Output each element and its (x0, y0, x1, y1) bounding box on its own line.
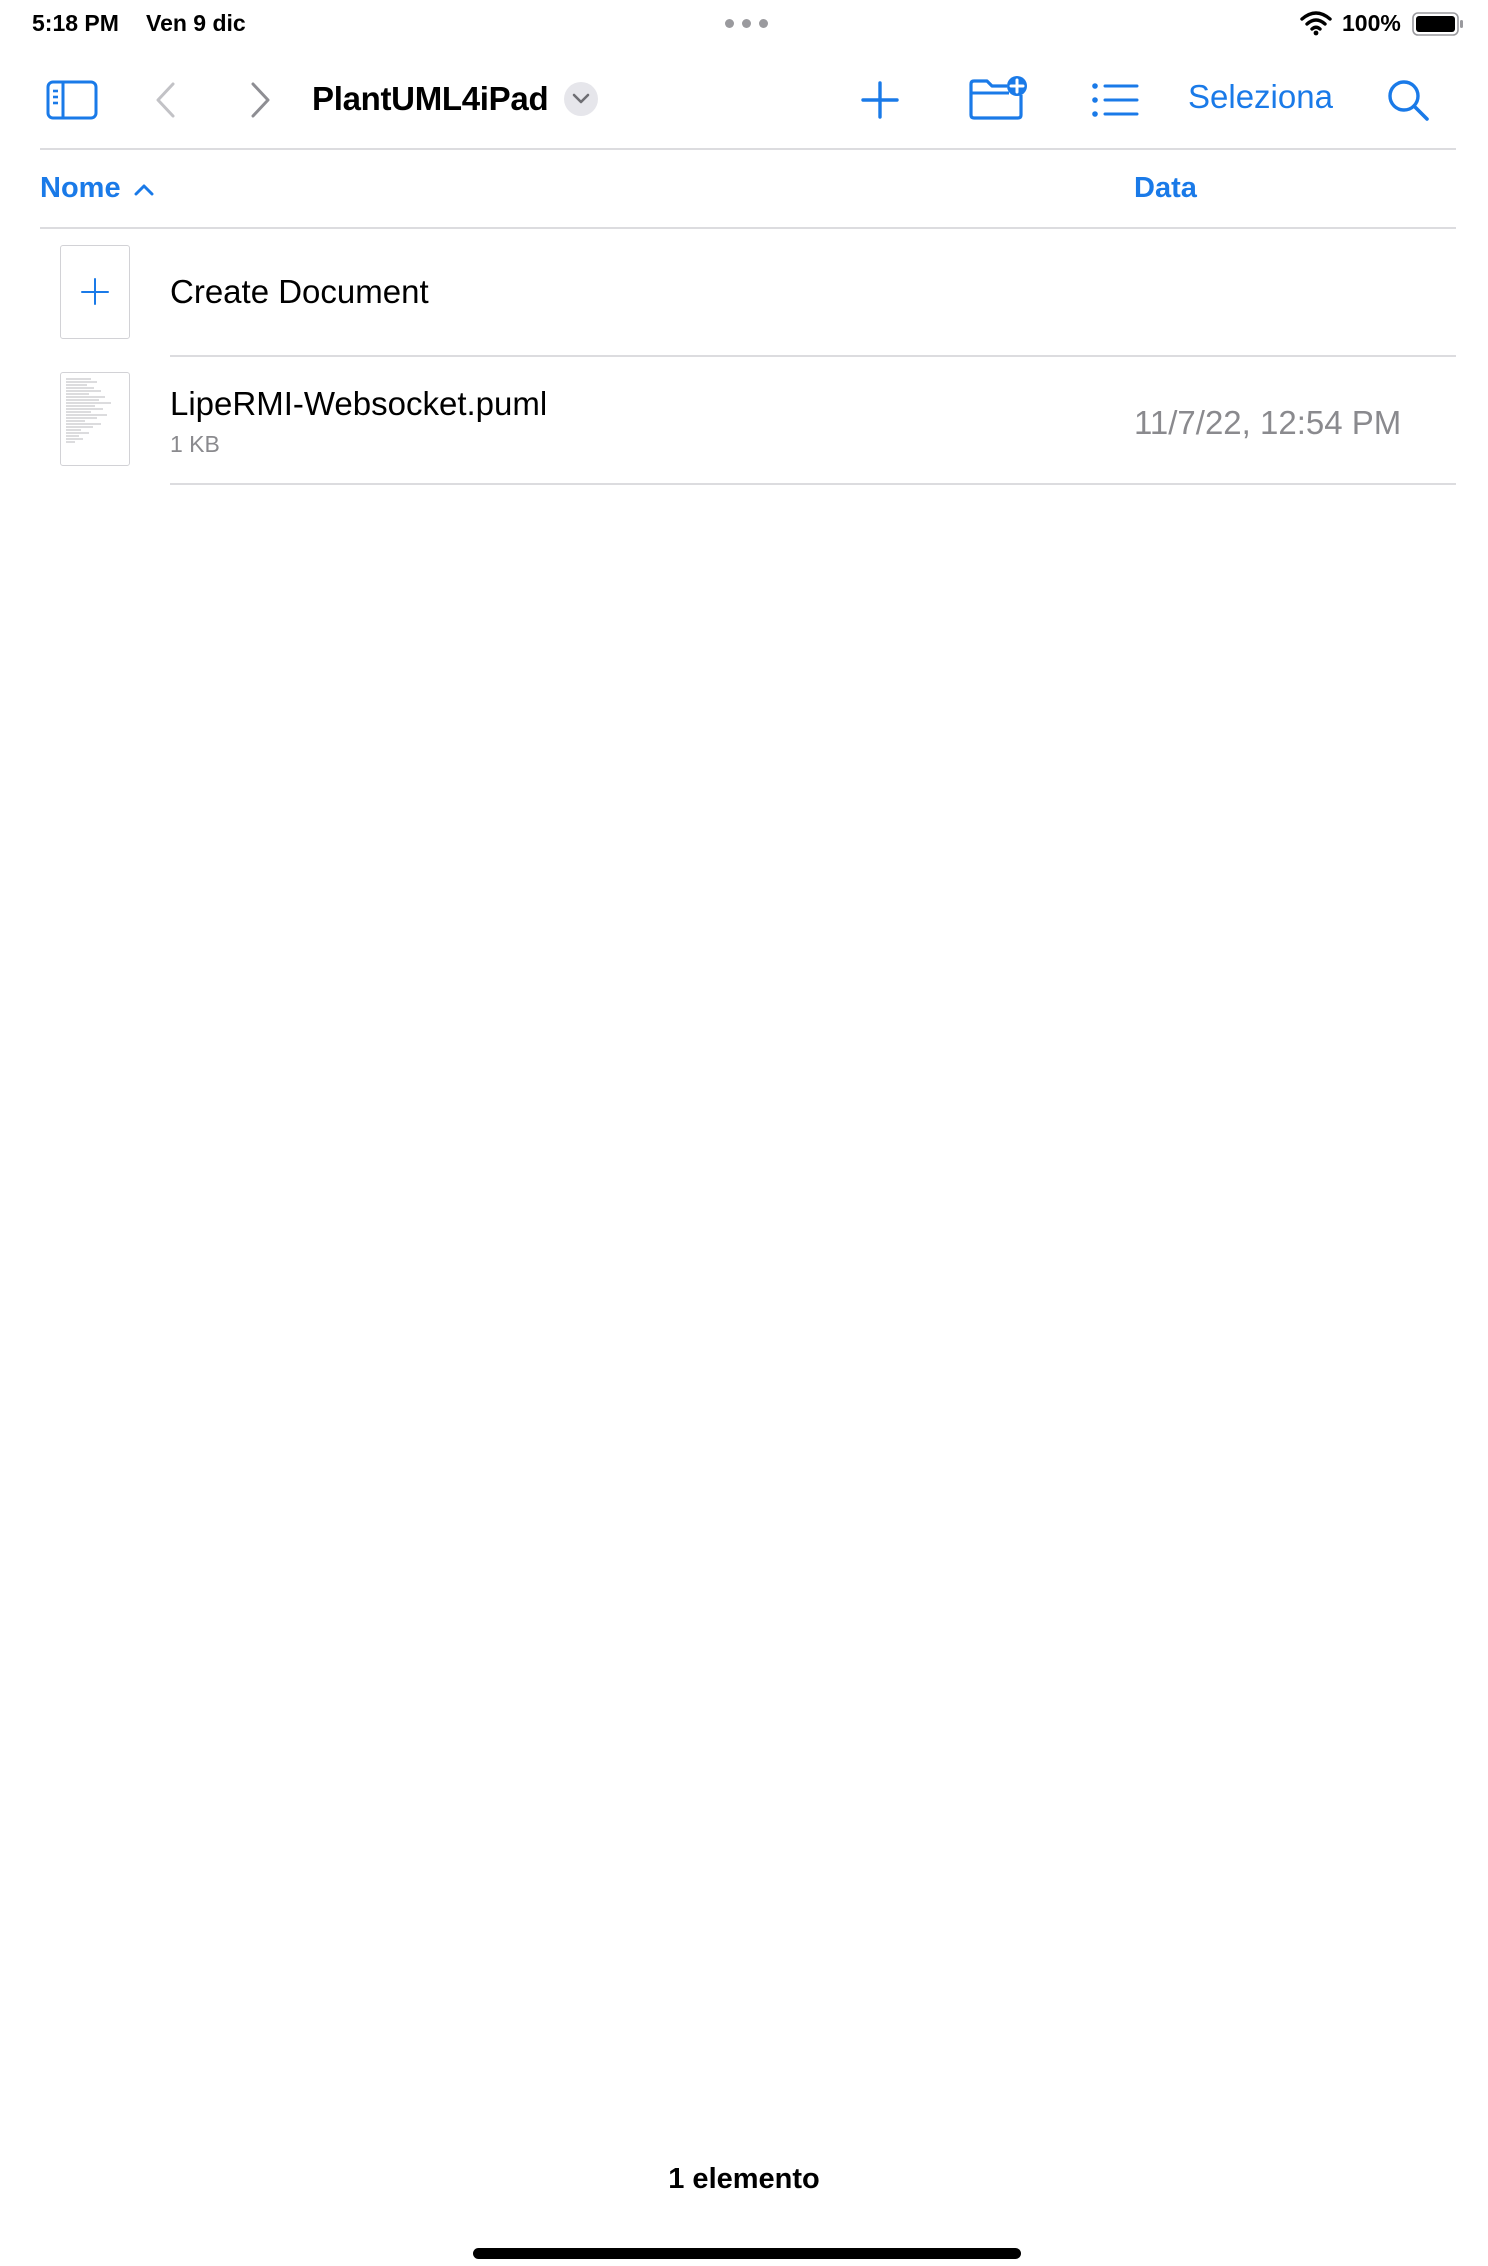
row-divider (170, 355, 1456, 357)
item-count: 1 elemento (668, 2163, 820, 2195)
battery-percent: 100% (1342, 10, 1401, 36)
column-header-name-label: Nome (40, 172, 121, 204)
row-divider (170, 483, 1456, 485)
create-document-thumbnail (60, 245, 130, 339)
folder-badge-plus-icon (969, 76, 1027, 120)
chevron-down-icon[interactable] (564, 82, 599, 116)
file-thumbnail (60, 372, 130, 466)
battery-full-icon (1412, 12, 1463, 36)
plus-icon (81, 278, 109, 305)
toolbar-divider (40, 148, 1456, 150)
header-divider (40, 227, 1456, 229)
chevron-right-icon (251, 82, 270, 118)
multitasking-dots-icon[interactable] (725, 19, 769, 29)
sidebar-toggle-button[interactable] (44, 78, 100, 122)
list-icon (1092, 83, 1139, 117)
file-date: 11/7/22, 12:54 PM (1134, 404, 1402, 441)
select-button[interactable]: Seleziona (1188, 78, 1333, 116)
magnifying-glass-icon (1388, 80, 1429, 121)
document-preview-icon (66, 378, 111, 443)
column-header-name[interactable]: Nome (40, 172, 155, 205)
home-indicator[interactable] (473, 2248, 1021, 2259)
chevron-up-icon (134, 184, 154, 195)
new-folder-button[interactable] (966, 74, 1030, 122)
sidebar-toggle-icon (46, 80, 98, 120)
search-button[interactable] (1384, 76, 1432, 124)
add-button[interactable] (858, 78, 902, 122)
status-time: 5:18 PM (32, 10, 119, 36)
view-options-button[interactable] (1090, 78, 1140, 122)
forward-button[interactable] (246, 78, 276, 122)
status-bar: 5:18 PM Ven 9 dic 100% (0, 0, 1488, 48)
file-size: 1 KB (170, 431, 220, 457)
column-header-date-label: Data (1134, 172, 1197, 204)
status-date: Ven 9 dic (146, 10, 246, 36)
page-title: PlantUML4iPad (312, 80, 549, 117)
create-document-label: Create Document (170, 273, 429, 310)
column-header-date[interactable]: Data (1134, 172, 1197, 205)
file-name: LipeRMI-Websocket.puml (170, 385, 548, 422)
plus-icon (861, 81, 899, 119)
chevron-left-icon (156, 82, 175, 118)
back-button[interactable] (150, 78, 180, 122)
wifi-icon (1300, 11, 1332, 36)
folder-title-menu[interactable]: PlantUML4iPad (312, 77, 599, 121)
